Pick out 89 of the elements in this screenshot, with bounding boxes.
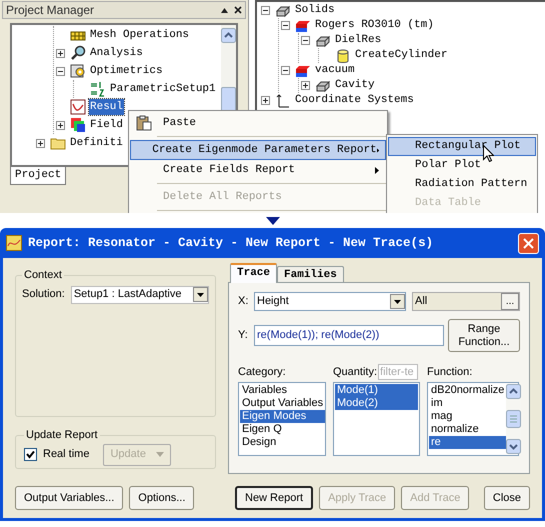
tree-item[interactable]: Optimetrics [89, 62, 164, 80]
scroll-up-icon[interactable] [221, 28, 236, 43]
axes-icon [275, 92, 291, 108]
range-function-button[interactable]: Range Function... [448, 319, 520, 352]
window-title: Report: Resonator - Cavity - New Report - New Trace(s) [28, 234, 434, 252]
maximize-icon[interactable] [221, 8, 228, 12]
range-field[interactable]: All ... [412, 292, 520, 311]
list-item[interactable]: normalize [429, 423, 506, 436]
filter-field[interactable]: filter-te [378, 364, 418, 380]
tree-item[interactable]: Analysis [89, 44, 144, 62]
list-item[interactable]: Mode(2) [335, 397, 418, 410]
chart-icon [70, 99, 86, 115]
tree-item[interactable]: Solids [294, 2, 336, 19]
list-item[interactable]: Design [240, 436, 326, 449]
list-item[interactable]: Output Variables [240, 397, 326, 410]
scroll-up-icon[interactable] [506, 384, 522, 399]
list-label: Quantity: [333, 364, 378, 380]
list-label: Function: [427, 364, 474, 380]
close-icon[interactable] [234, 6, 242, 14]
group-title: Update Report [25, 428, 99, 443]
group-title: Context [23, 268, 63, 283]
scroll-down-icon[interactable] [506, 439, 522, 454]
scroll-thumb[interactable] [506, 410, 522, 428]
tree-item[interactable]: Definiti [69, 134, 124, 152]
clipboard-icon [136, 115, 152, 131]
tree-item[interactable]: Mesh Operations [89, 26, 190, 44]
close-icon [523, 238, 534, 248]
checkbox[interactable] [24, 448, 37, 461]
magnifier-icon [70, 45, 86, 61]
menu-item[interactable]: Create Eigenmode Parameters Report [130, 140, 386, 160]
list-item[interactable]: mag [429, 410, 506, 423]
dialog-button[interactable]: Options... [129, 486, 194, 510]
tree-item[interactable]: Cavity [334, 77, 376, 94]
browse-button[interactable]: ... [501, 293, 519, 310]
expand-icon[interactable] [301, 81, 310, 90]
tree-item[interactable]: Resul [89, 98, 124, 116]
tree-item[interactable]: ParametricSetup1 [109, 80, 217, 98]
list-item[interactable]: Eigen Q [240, 423, 326, 436]
tab[interactable]: Project [10, 167, 66, 185]
expand-icon[interactable] [36, 138, 45, 148]
x-dropdown[interactable]: Height [254, 292, 406, 311]
cylinder-icon [335, 48, 351, 64]
collapse-icon[interactable] [261, 6, 270, 15]
list-item[interactable]: im [429, 397, 506, 410]
collapse-icon[interactable] [281, 66, 290, 75]
list-item[interactable]: dB20normalize [429, 384, 506, 397]
menu-item[interactable]: Paste [130, 113, 386, 133]
gear-icon [70, 63, 86, 79]
y-input-field[interactable]: re(Mode(1)); re(Mode(2)) [254, 325, 444, 346]
menu-item[interactable]: Polar Plot [388, 156, 536, 175]
tree-item[interactable]: vacuum [314, 62, 356, 79]
dialog-button[interactable]: Output Variables... [15, 486, 124, 510]
list-label: Category: [238, 364, 287, 380]
color-field-icon [70, 117, 86, 133]
dialog-button[interactable]: New Report [235, 486, 314, 510]
list-item[interactable]: Eigen Modes [240, 410, 326, 423]
close-button[interactable] [518, 232, 539, 254]
submenu-arrow-icon [376, 146, 379, 154]
expand-icon[interactable] [56, 120, 65, 130]
panel-title: Project Manager [6, 2, 94, 19]
tree-item[interactable]: Rogers RO3010 (tm) [314, 17, 435, 34]
tab[interactable]: Families [277, 266, 344, 283]
submenu-arrow-icon [375, 166, 379, 174]
expand-icon[interactable] [261, 96, 270, 105]
tree-item[interactable]: Coordinate Systems [294, 92, 415, 109]
checkbox-label: Real time [43, 447, 90, 462]
dialog-button[interactable]: Close [484, 486, 530, 510]
menu-item[interactable]: Create Fields Report [130, 160, 386, 180]
collapse-icon[interactable] [301, 36, 310, 45]
expand-icon[interactable] [56, 48, 65, 58]
solution-dropdown[interactable]: Setup1 : LastAdaptive [70, 286, 209, 304]
tree-item[interactable]: CreateCylinder [354, 47, 448, 64]
tree-item[interactable]: Field [89, 116, 124, 134]
field-label: Y: [238, 328, 249, 344]
tree-item[interactable]: DielRes [334, 32, 382, 49]
tab[interactable]: Trace [230, 263, 278, 283]
caret-icon [156, 452, 164, 457]
list-item[interactable]: Variables [240, 384, 326, 397]
list-item[interactable]: Mode(1) [335, 384, 418, 397]
scrollbar[interactable] [506, 384, 522, 454]
equation-icon [90, 81, 106, 97]
list-item[interactable]: re [429, 436, 506, 449]
chart-icon [6, 235, 22, 251]
collapse-icon[interactable] [281, 21, 290, 30]
field-label: Solution: [22, 287, 65, 302]
field-label: X: [238, 294, 250, 310]
menu-item[interactable]: Radiation Pattern [388, 175, 536, 194]
collapse-icon[interactable] [56, 66, 65, 76]
down-arrow-icon [266, 216, 280, 224]
